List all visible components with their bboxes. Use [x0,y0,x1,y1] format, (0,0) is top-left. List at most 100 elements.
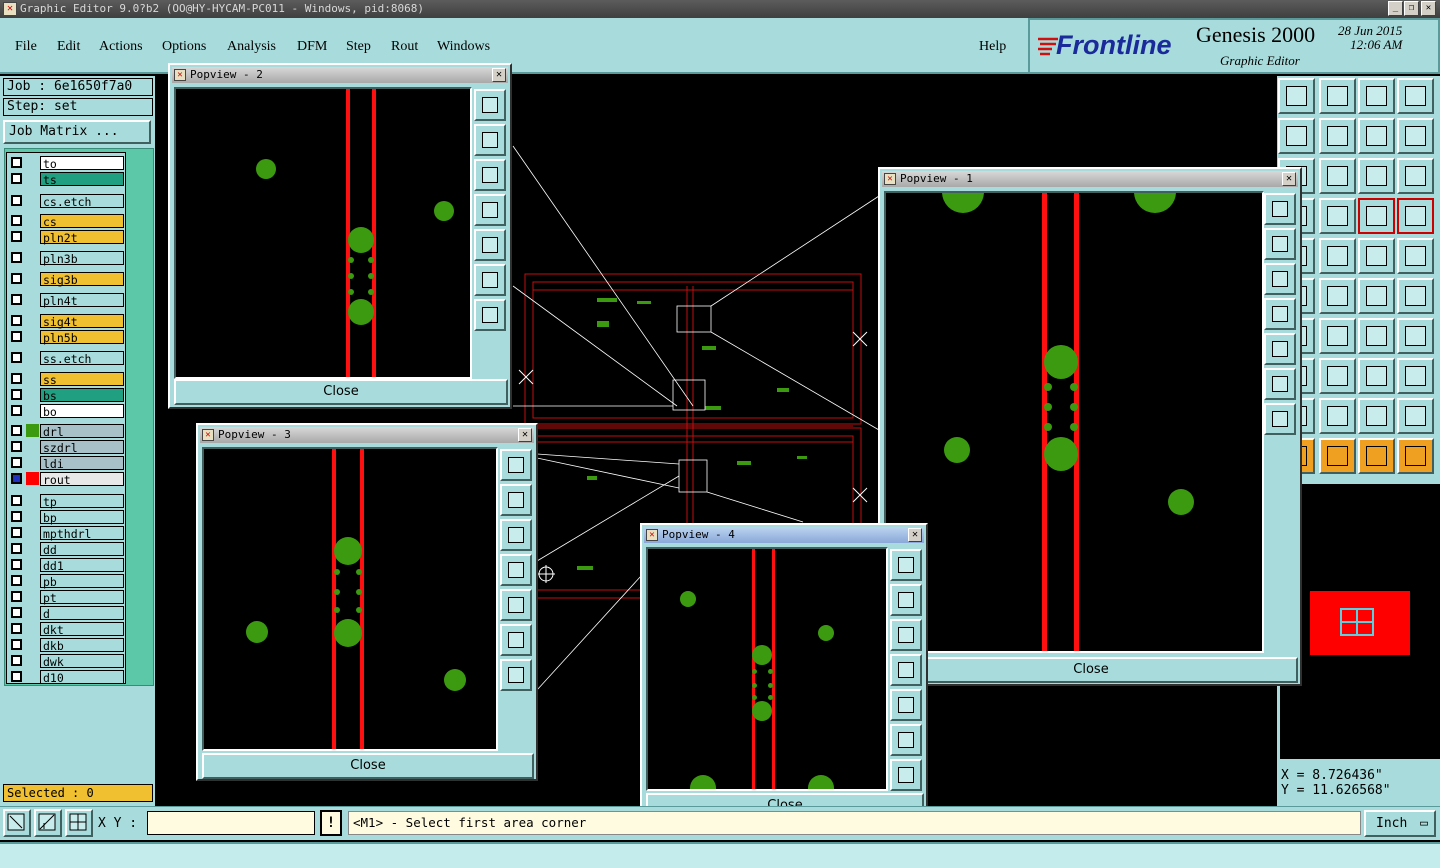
layer-checkbox[interactable] [11,441,22,452]
tool-plus-button[interactable] [1319,358,1356,394]
tool-snap-button[interactable] [1358,198,1395,234]
layer-row-ss[interactable]: ss [7,371,127,387]
layer-checkbox[interactable] [11,607,22,618]
overview-map[interactable] [1280,484,1440,759]
pan-up-button[interactable] [1264,228,1296,260]
layer-row-cs[interactable]: cs [7,213,127,229]
popview-1-close-button[interactable]: Close [884,657,1298,683]
tool-arc-button[interactable] [1358,318,1395,354]
tool-center-button[interactable] [1319,158,1356,194]
layer-checkbox[interactable] [11,623,22,634]
pan-left-button[interactable] [1264,298,1296,330]
layer-row-pln5b[interactable]: pln5b [7,329,127,345]
zoom-out-button[interactable] [890,724,922,756]
popview-3-close-icon[interactable]: ✕ [518,428,532,442]
layer-row-ts[interactable]: ts [7,171,127,187]
tool-one-two-button[interactable] [1358,158,1395,194]
tool-ruler-button[interactable] [1358,238,1395,274]
layer-row-pln4t[interactable]: pln4t [7,292,127,308]
tool-snap2-button[interactable] [1397,198,1434,234]
layer-row-szdrl[interactable]: szdrl [7,439,127,455]
zoom-fit-button[interactable] [500,449,532,481]
menu-help[interactable]: Help [979,39,1006,55]
menu-dfm[interactable]: DFM [297,39,327,55]
popview-2-titlebar[interactable]: ✕ Popview - 2 ✕ [172,67,508,83]
pan-down-button[interactable] [500,519,532,551]
layer-row-to[interactable]: to [7,155,127,171]
layer-row-drl[interactable]: drl [7,423,127,439]
layer-row-tp[interactable]: tp [7,493,127,509]
layer-checkbox[interactable] [11,511,22,522]
layer-checkbox[interactable] [11,252,22,263]
layer-checkbox[interactable] [11,231,22,242]
layer-row-rout[interactable]: rout [7,471,127,487]
menu-actions[interactable]: Actions [99,39,143,55]
zoom-out-button[interactable] [500,624,532,656]
layer-row-cs.etch[interactable]: cs.etch [7,193,127,209]
menu-file[interactable]: File [15,39,37,55]
tool-panel-button[interactable] [1397,78,1434,114]
popview-4-close-icon[interactable]: ✕ [908,528,922,542]
layer-checkbox[interactable] [11,373,22,384]
zoom-out-button[interactable] [474,264,506,296]
popview-2-close-button[interactable]: Close [174,379,508,405]
maximize-button[interactable]: ❐ [1404,1,1419,16]
layer-checkbox[interactable] [11,173,22,184]
minimize-button[interactable]: _ [1388,1,1403,16]
layer-checkbox[interactable] [11,331,22,342]
layer-row-pb[interactable]: pb [7,573,127,589]
app-icon[interactable]: ✕ [3,2,17,16]
zoom-in-button[interactable] [474,299,506,331]
layer-row-ldi[interactable]: ldi [7,455,127,471]
layer-row-dd1[interactable]: dd1 [7,557,127,573]
grid-button[interactable] [65,809,93,837]
menu-options[interactable]: Options [162,39,206,55]
menu-rout[interactable]: Rout [391,39,418,55]
measure-button[interactable] [34,809,62,837]
tool-cursor-button[interactable] [1358,438,1395,474]
tool-delta3-button[interactable] [1397,398,1434,434]
layer-checkbox[interactable] [11,294,22,305]
tool-flip-button[interactable] [1358,118,1395,154]
layer-checkbox[interactable] [11,543,22,554]
xy-input[interactable] [147,811,315,835]
popview-4-canvas[interactable] [646,547,888,791]
popview-1-canvas[interactable] [884,191,1264,653]
tool-delta2-button[interactable] [1358,398,1395,434]
pan-down-button[interactable] [1264,263,1296,295]
tool-ff-button[interactable] [1397,318,1434,354]
menu-edit[interactable]: Edit [57,39,80,55]
layer-row-ss.etch[interactable]: ss.etch [7,350,127,366]
alert-button[interactable]: ! [320,810,342,836]
zoom-in-button[interactable] [1264,403,1296,435]
tool-home-button[interactable] [1278,78,1315,114]
tool-s-curve-button[interactable] [1397,118,1434,154]
tool-move2-button[interactable] [1397,278,1434,314]
popview-2-canvas[interactable] [174,87,472,379]
layer-row-bo[interactable]: bo [7,403,127,419]
layer-row-sig4t[interactable]: sig4t [7,313,127,329]
menu-analysis[interactable]: Analysis [227,39,276,55]
layer-checkbox[interactable] [11,425,22,436]
tool-dot-button[interactable] [1397,238,1434,274]
layer-checkbox[interactable] [11,527,22,538]
layer-row-sig3b[interactable]: sig3b [7,271,127,287]
tool-out-button[interactable] [1319,118,1356,154]
layer-row-dd[interactable]: dd [7,541,127,557]
tool-delta-button[interactable] [1319,398,1356,434]
pan-left-button[interactable] [890,654,922,686]
pan-up-button[interactable] [500,484,532,516]
tool-building-button[interactable] [1358,78,1395,114]
pan-right-button[interactable] [890,689,922,721]
layer-row-dwk[interactable]: dwk [7,653,127,669]
layer-checkbox[interactable] [11,315,22,326]
popview-4-titlebar[interactable]: ✕ Popview - 4 ✕ [644,527,924,543]
pan-down-button[interactable] [474,159,506,191]
layer-checkbox[interactable] [11,473,22,484]
zoom-fit-button[interactable] [890,549,922,581]
tool-move-button[interactable] [1358,278,1395,314]
tool-grid2-button[interactable] [1319,198,1356,234]
layer-row-pln2t[interactable]: pln2t [7,229,127,245]
layer-checkbox[interactable] [11,457,22,468]
layer-row-d10[interactable]: d10 [7,669,127,685]
